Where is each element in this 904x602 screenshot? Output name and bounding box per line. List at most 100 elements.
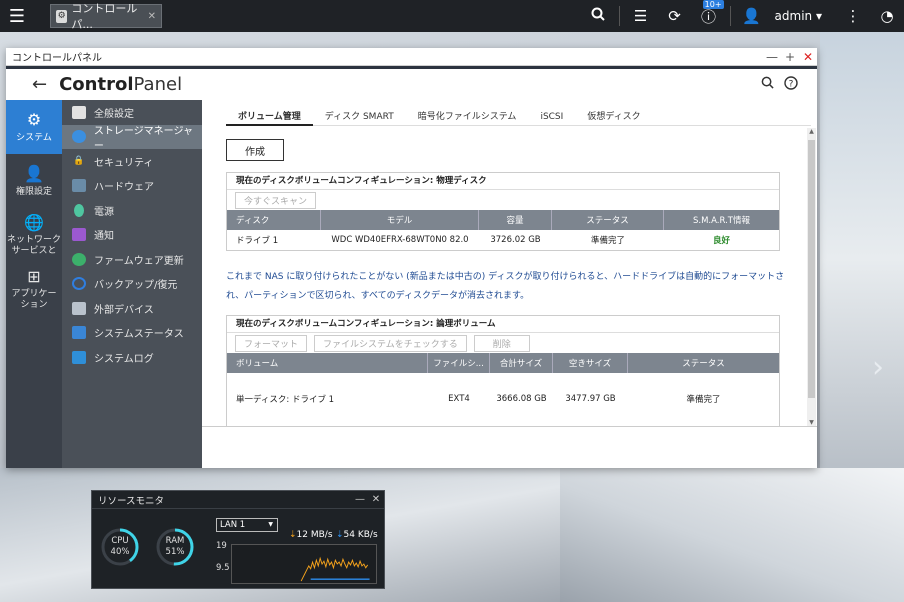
column-header[interactable]: ファイルシ... [428, 353, 490, 373]
resource-monitor-title: リソースモニタ [98, 495, 165, 507]
background-tasks-icon[interactable]: ☰ [624, 7, 658, 25]
lan-select[interactable]: LAN 1 ▼ [216, 518, 278, 532]
taskbar-tab-control-panel[interactable]: ⚙ コントロールパ... ✕ [50, 2, 162, 31]
check-filesystem-button[interactable]: ファイルシステムをチェックする [314, 334, 467, 352]
cell-smart: 良好 [712, 236, 730, 246]
external-device-icon [72, 301, 86, 315]
column-header[interactable]: ディスク [227, 210, 321, 230]
disk-format-notice: これまで NAS に取り付けられたことがない (新品または中古の) ディスクが取… [226, 272, 785, 301]
rail-item-applications[interactable]: ⊞ アプリケー ション [6, 262, 62, 316]
globe-icon: 🌐 [24, 212, 44, 232]
more-options-icon[interactable]: ⋮ [836, 7, 870, 25]
scroll-up-icon[interactable]: ▲ [807, 128, 816, 135]
user-icon: 👤 [24, 164, 44, 184]
control-panel-icon: ⚙ [56, 9, 68, 23]
ram-label: RAM [165, 536, 185, 546]
scrollbar-thumb[interactable] [808, 140, 815, 398]
subnav-security[interactable]: 🔒 セキュリティ [62, 149, 202, 174]
subnav-backup[interactable]: バックアップ/復元 [62, 272, 202, 297]
rail-item-privilege[interactable]: 👤 権限設定 [6, 154, 62, 208]
taskbar-tab-label: コントロールパ... [71, 2, 138, 31]
back-arrow-icon[interactable]: ← [32, 74, 47, 95]
logical-volume-header: ボリューム ファイルシ... 合計サイズ 空きサイズ ステータス [227, 353, 779, 373]
window-title-bar: コントロールパネル — + ✕ [6, 48, 817, 66]
subnav-notification[interactable]: 通知 [62, 223, 202, 248]
table-row[interactable]: 単一ディスク: ドライブ 1 EXT4 3666.08 GB 3477.97 G… [227, 373, 779, 425]
column-header[interactable]: ステータス [552, 210, 664, 230]
column-header[interactable]: ボリューム [227, 353, 428, 373]
category-rail: ⚙ システム 👤 権限設定 🌐 ネットワーク サービスと ⊞ アプリケー ション [6, 100, 62, 468]
main-menu-icon[interactable]: ☰ [0, 0, 34, 32]
rail-item-network[interactable]: 🌐 ネットワーク サービスと [6, 208, 62, 262]
column-header[interactable]: 空きサイズ [553, 353, 628, 373]
close-icon[interactable]: ✕ [368, 494, 384, 505]
close-window-icon[interactable]: ✕ [799, 50, 817, 64]
subnav-label: システムログ [94, 353, 154, 365]
notification-badge: 10+ [702, 0, 724, 9]
column-header[interactable]: S.M.A.R.T情報 [664, 210, 779, 230]
tab-encrypted-fs[interactable]: 暗号化ファイルシステム [406, 110, 529, 126]
maximize-icon[interactable]: + [781, 50, 799, 64]
subnav-system-log[interactable]: システムログ [62, 345, 202, 370]
download-arrow-icon: ⇣ [336, 530, 344, 540]
external-device-icon[interactable]: ⟳ [658, 7, 692, 25]
subnav-label: バックアップ/復元 [94, 280, 178, 292]
subnav-label: 全般設定 [94, 108, 134, 120]
logical-volume-title: 現在のディスクボリュームコンフィギュレーション: 論理ボリューム [227, 316, 779, 333]
rail-label: システム [16, 132, 52, 143]
table-row[interactable]: ドライブ 1 WDC WD40EFRX-68WT0N0 82.0 3726.02… [227, 230, 779, 250]
subnav-firmware[interactable]: ファームウェア更新 [62, 247, 202, 272]
rail-label: アプリケー ション [11, 289, 57, 310]
cpu-label: CPU [111, 536, 129, 546]
help-icon[interactable]: ? [779, 75, 803, 94]
tab-virtual-disk[interactable]: 仮想ディスク [575, 110, 652, 126]
create-button[interactable]: 作成 [226, 139, 284, 161]
subnav-system-status[interactable]: システムステータス [62, 321, 202, 346]
user-menu[interactable]: admin ▾ [775, 9, 822, 23]
chart-y-top: 19 [216, 541, 227, 551]
scan-now-button[interactable]: 今すぐスキャン [235, 191, 317, 209]
apps-icon: ⊞ [27, 266, 41, 286]
storage-icon [72, 130, 86, 144]
column-header[interactable]: 容量 [479, 210, 552, 230]
power-icon [74, 203, 84, 217]
minimize-icon[interactable]: — [352, 494, 368, 505]
column-header[interactable]: ステータス [628, 353, 779, 373]
format-button[interactable]: フォーマット [235, 334, 308, 352]
dashboard-icon[interactable]: ◔ [870, 7, 904, 25]
storage-content: ボリューム管理 ディスク SMART 暗号化ファイルシステム iSCSI 仮想デ… [202, 100, 817, 468]
subnav-power[interactable]: 電源 [62, 198, 202, 223]
resource-monitor-title-bar: リソースモニタ — ✕ [92, 491, 384, 509]
column-header[interactable]: 合計サイズ [490, 353, 553, 373]
rail-item-system[interactable]: ⚙ システム [6, 100, 62, 154]
search-icon[interactable] [581, 7, 615, 25]
vertical-scrollbar[interactable]: ▲ ▼ [807, 128, 816, 426]
tab-iscsi[interactable]: iSCSI [528, 110, 575, 126]
tab-disk-smart[interactable]: ディスク SMART [313, 110, 406, 126]
scroll-down-icon[interactable]: ▼ [807, 419, 816, 426]
network-traffic-chart [231, 544, 377, 584]
user-avatar-icon[interactable]: 👤 [735, 7, 769, 25]
firmware-icon [72, 252, 86, 266]
chart-y-bottom: 9.5 [216, 563, 230, 573]
notifications-icon[interactable]: ⓘ 10+ [692, 0, 726, 27]
subnav-external-device[interactable]: 外部デバイス [62, 296, 202, 321]
search-icon[interactable] [755, 76, 779, 94]
subnav-storage-manager[interactable]: ストレージマネージャー [62, 124, 202, 152]
delete-button[interactable]: 削除 [473, 334, 530, 352]
column-header[interactable]: モデル [321, 210, 479, 230]
control-panel-window: コントロールパネル — + ✕ ← ControlPanel ? ⚙ システム … [6, 48, 817, 468]
chevron-down-icon: ▼ [268, 521, 273, 528]
download-rate: ⇣54 KB/s [336, 530, 378, 540]
hardware-icon [72, 179, 86, 193]
taskbar: ☰ ⚙ コントロールパ... ✕ ☰ ⟳ ⓘ 10+ 👤 admin ▾ ⋮ ◔ [0, 0, 904, 32]
subnav-hardware[interactable]: ハードウェア [62, 174, 202, 199]
subnav-label: ハードウェア [94, 182, 154, 194]
desktop-next-arrow-icon[interactable]: › [872, 350, 884, 385]
subnav-label: システムステータス [94, 329, 184, 341]
tab-volume-management[interactable]: ボリューム管理 [226, 110, 313, 126]
minimize-icon[interactable]: — [763, 50, 781, 64]
cpu-value: 40% [110, 547, 130, 557]
ram-value: 51% [165, 547, 185, 557]
close-tab-icon[interactable]: ✕ [148, 11, 156, 22]
